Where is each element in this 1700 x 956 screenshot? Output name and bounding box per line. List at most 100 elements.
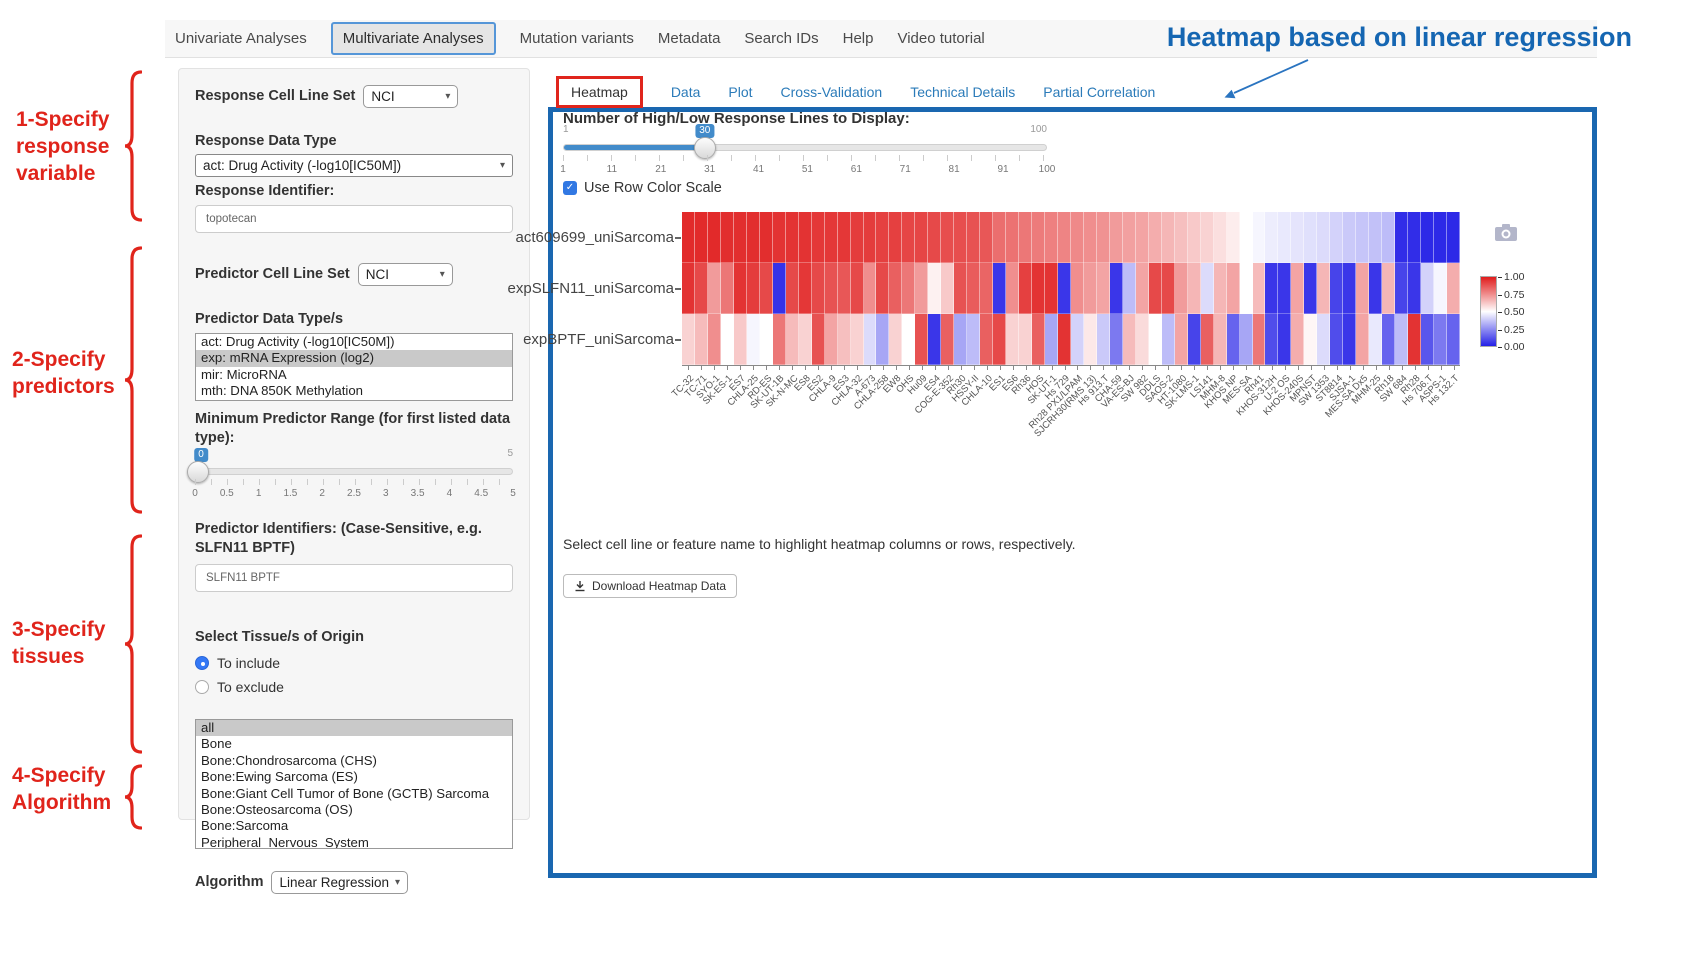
tissue-option-all[interactable]: all [196,720,512,736]
heatmap-cell [1434,314,1447,365]
response-data-type-value: act: Drug Activity (-log10[IC50M]) [203,158,401,173]
heatmap-row-label-expbptf-unisarcoma[interactable]: expBPTF_uniSarcoma [474,331,674,348]
radio-unselected-icon[interactable] [195,680,209,694]
heatmap-cell [980,314,993,365]
heatmap-cell [1045,314,1058,365]
predictor-data-type-option-act-drug-activity-log10-ic50m[interactable]: act: Drug Activity (-log10[IC50M]) [196,334,512,350]
heatmap-grid [682,212,1460,366]
predictor-identifiers-input[interactable] [195,564,513,592]
heatmap-cell [1434,212,1447,263]
heatmap-cell [1071,314,1084,365]
tissue-option-bone-ewing-sarcoma-es[interactable]: Bone:Ewing Sarcoma (ES) [196,769,512,785]
heatmap-cell [760,263,773,314]
predictor-data-type-option-mir-microrna[interactable]: mir: MicroRNA [196,367,512,383]
heatmap-cell [1175,263,1188,314]
heatmap-cell [1265,314,1278,365]
nav-tab-video-tutorial[interactable]: Video tutorial [897,30,984,47]
response-identifier-input[interactable] [195,205,513,233]
tissue-exclude-radio[interactable]: To exclude [195,679,513,695]
heatmap-cell [1071,263,1084,314]
heatmap-cell [1110,212,1123,263]
radio-selected-icon[interactable] [195,656,209,670]
predictor-data-type-option-exp-mrna-expression-log2[interactable]: exp: mRNA Expression (log2) [196,350,512,366]
heatmap-cell [889,314,902,365]
heatmap-row-label-expslfn11-unisarcoma[interactable]: expSLFN11_uniSarcoma [474,280,674,297]
result-tab-cross-validation[interactable]: Cross-Validation [781,84,883,100]
nav-tab-univariate-analyses[interactable]: Univariate Analyses [175,30,307,47]
x-axis-tick [961,366,962,370]
heatmap-cell [915,263,928,314]
heatmap-cell [1291,212,1304,263]
predictor-data-type-list[interactable]: act: Drug Activity (-log10[IC50M])exp: m… [195,333,513,401]
annotation-step-2: 2-Specifypredictors [12,346,115,400]
heatmap-cell [1201,263,1214,314]
tissue-include-radio[interactable]: To include [195,655,513,671]
red-brace-3 [124,534,142,754]
heatmap-cell [1382,263,1395,314]
colorbar-tick-label: 1.00 [1504,271,1524,283]
heatmap-cell [1084,212,1097,263]
x-axis-tick [1026,366,1027,370]
x-axis-tick [1220,366,1221,370]
heatmap-cell [1097,263,1110,314]
camera-icon[interactable] [1494,222,1518,242]
heatmap-cell [980,263,993,314]
predictor-cell-line-set-select[interactable]: NCI ▾ [358,263,453,286]
nav-tab-mutation-variants[interactable]: Mutation variants [520,30,634,47]
tissue-option-bone-sarcoma[interactable]: Bone:Sarcoma [196,818,512,834]
result-tab-technical-details[interactable]: Technical Details [910,84,1015,100]
tissue-list[interactable]: allBoneBone:Chondrosarcoma (CHS)Bone:Ewi… [195,719,513,849]
tissue-option-bone[interactable]: Bone [196,736,512,752]
lines-slider[interactable]: 1 100 30 1112131415161718191100 [563,124,1047,182]
x-axis-tick [714,366,715,370]
heatmap-cell [1240,314,1253,365]
y-axis-tick [675,339,681,341]
nav-tab-help[interactable]: Help [843,30,874,47]
tissue-option-peripheral-nervous-system[interactable]: Peripheral_Nervous_System [196,835,512,849]
min-predictor-range-slider[interactable]: 0 5 00.511.522.533.544.55 [195,448,513,506]
heatmap-cell [851,314,864,365]
annotation-arrow-icon [1212,57,1312,103]
tissue-option-bone-chondrosarcoma-chs[interactable]: Bone:Chondrosarcoma (CHS) [196,753,512,769]
heatmap-cell [838,263,851,314]
app-root: Univariate Analyses Multivariate Analyses… [0,0,1700,956]
predictor-data-type-option-mth-dna-850k-methylation[interactable]: mth: DNA 850K Methylation [196,383,512,399]
heatmap-cell [1058,314,1071,365]
heatmap-cell [1447,314,1460,365]
heatmap-cell [1058,212,1071,263]
nav-tab-multivariate-analyses[interactable]: Multivariate Analyses [331,22,496,55]
nav-tab-search-ids[interactable]: Search IDs [744,30,818,47]
use-row-color-scale[interactable]: ✓ Use Row Color Scale [563,180,722,196]
x-axis-tick [1000,366,1001,370]
heatmap-cell [773,212,786,263]
slider-tick-label: 0 [192,488,198,499]
x-axis-tick [1389,366,1390,370]
result-tab-heatmap[interactable]: Heatmap [556,76,643,108]
heatmap-cell [773,314,786,365]
x-axis-tick [1272,366,1273,370]
response-data-type-select[interactable]: act: Drug Activity (-log10[IC50M]) ▾ [195,154,513,177]
response-cell-line-set-select[interactable]: NCI ▾ [363,85,458,108]
slider-track[interactable] [563,144,1047,151]
slider-track[interactable] [195,468,513,475]
checkbox-checked-icon[interactable]: ✓ [563,181,577,195]
x-axis-tick [1077,366,1078,370]
result-tab-plot[interactable]: Plot [728,84,752,100]
nav-tab-metadata[interactable]: Metadata [658,30,721,47]
download-heatmap-data-button[interactable]: Download Heatmap Data [563,574,737,598]
slider-tick-label: 0.5 [220,488,234,499]
heatmap-row-label-act609699-unisarcoma[interactable]: act609699_uniSarcoma [474,229,674,246]
annotation-heading: Heatmap based on linear regression [1068,22,1632,53]
chevron-down-icon: ▾ [500,160,505,171]
heatmap-cell [967,212,980,263]
heatmap-cell [1382,212,1395,263]
heatmap-cell [1317,314,1330,365]
tissue-option-bone-giant-cell-tumor-of-bone-gctb-sarcoma[interactable]: Bone:Giant Cell Tumor of Bone (GCTB) Sar… [196,786,512,802]
colorbar-tick [1498,347,1502,348]
tissue-option-bone-osteosarcoma-os[interactable]: Bone:Osteosarcoma (OS) [196,802,512,818]
result-tab-partial-correlation[interactable]: Partial Correlation [1043,84,1155,100]
algorithm-select[interactable]: Linear Regression ▾ [271,871,408,894]
result-tab-data[interactable]: Data [671,84,701,100]
x-axis-tick [766,366,767,370]
heatmap-cell [1278,212,1291,263]
